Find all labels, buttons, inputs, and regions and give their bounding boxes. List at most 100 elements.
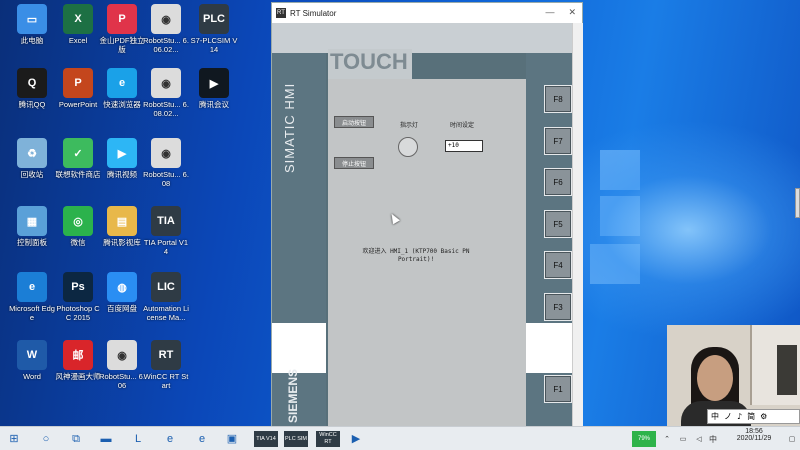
windows-start-icon[interactable]: ⊞ bbox=[4, 431, 24, 447]
close-button[interactable]: ✕ bbox=[568, 7, 576, 18]
app-icon: Ps bbox=[63, 272, 93, 302]
rt-app-icon: RT bbox=[276, 8, 286, 18]
desktop-icon[interactable]: W Word bbox=[8, 340, 56, 381]
app-icon: LIC bbox=[151, 272, 181, 302]
taskbar: ⊞ ○ ⧉ ▬ Le e ▣ TIA V14 PLC SIM WinCC RT ▶ 79% ⌃ ▭ … bbox=[0, 426, 800, 450]
desktop-icon-label: 控制面板 bbox=[17, 238, 47, 247]
f5-key[interactable]: F5 bbox=[544, 210, 572, 238]
desktop-icon[interactable]: ▤ 腾讯影视库 bbox=[98, 206, 146, 247]
wincc-rt-icon[interactable]: WinCC RT bbox=[316, 431, 340, 447]
indicator-lamp bbox=[398, 137, 418, 157]
app-icon: ◉ bbox=[151, 138, 181, 168]
plcsim-icon[interactable]: PLC SIM bbox=[284, 431, 308, 447]
window-title: RT Simulator bbox=[290, 8, 337, 18]
panel-white-block bbox=[526, 323, 572, 373]
desktop-icon-label: RobotStu... 6.08.02... bbox=[143, 100, 189, 118]
desktop-icon-label: 回收站 bbox=[20, 170, 44, 179]
desktop-icon[interactable]: ▦ 控制面板 bbox=[8, 206, 56, 247]
desktop-icon[interactable]: ◍ 百度网盘 bbox=[98, 272, 146, 313]
f4-key[interactable]: F4 bbox=[544, 251, 572, 279]
volume-icon[interactable]: ◁ bbox=[692, 431, 706, 447]
file-explorer-icon[interactable]: ▬ bbox=[96, 431, 116, 447]
desktop-icon[interactable]: ◉ RobotStu... 6.08.02... bbox=[142, 68, 190, 118]
ime-item[interactable]: ⚙ bbox=[760, 412, 767, 421]
desktop-icon[interactable]: Q 腾讯QQ bbox=[8, 68, 56, 109]
desktop-icon[interactable]: ◉ RobotStu... 6.08 bbox=[142, 138, 190, 188]
desktop-icon-label: 金山PDF独立版 bbox=[99, 36, 145, 54]
desktop-icon-label: 腾讯QQ bbox=[18, 100, 46, 109]
battery-indicator[interactable]: 79% bbox=[632, 431, 656, 447]
ime-item[interactable]: ノ bbox=[724, 411, 732, 422]
time-setting-field[interactable]: +10 bbox=[445, 140, 483, 152]
edge-icon[interactable]: e bbox=[160, 431, 180, 447]
ime-item[interactable]: 简 bbox=[747, 411, 755, 422]
siemens-logo: SIEMENS bbox=[286, 368, 300, 423]
minimize-button[interactable]: — bbox=[545, 7, 554, 18]
simulator-titlebar[interactable]: RT RT Simulator — ✕ bbox=[272, 3, 582, 23]
tia-portal-icon[interactable]: TIA V14 bbox=[254, 431, 278, 447]
f8-key[interactable]: F8 bbox=[544, 85, 572, 113]
window-scrollbar[interactable] bbox=[572, 23, 583, 427]
desktop-icon-label: 腾讯视频 bbox=[107, 170, 137, 179]
desktop-icon-label: TIA Portal V14 bbox=[143, 238, 189, 256]
desktop-icon[interactable]: LIC Automation License Ma... bbox=[142, 272, 190, 322]
desktop-icon[interactable]: P PowerPoint bbox=[54, 68, 102, 109]
app-icon: ◉ bbox=[151, 68, 181, 98]
f1-key[interactable]: F1 bbox=[544, 375, 572, 403]
desktop-icon[interactable]: ▶ 腾讯会议 bbox=[190, 68, 238, 109]
desktop-icon[interactable]: P 金山PDF独立版 bbox=[98, 4, 146, 54]
desktop-icon-label: Photoshop CC 2015 bbox=[56, 304, 100, 322]
app-icon: PLC bbox=[199, 4, 229, 34]
app-icon: ▶ bbox=[107, 138, 137, 168]
notification-icon[interactable]: ▢ bbox=[786, 431, 798, 447]
clock-time: 18:56 bbox=[745, 428, 763, 435]
f6-key[interactable]: F6 bbox=[544, 168, 572, 196]
f7-key[interactable]: F7 bbox=[544, 127, 572, 155]
desktop-icon[interactable]: ◎ 微信 bbox=[54, 206, 102, 247]
ime-indicator[interactable]: 中 bbox=[706, 431, 720, 447]
desktop-icon-label: RobotStu... 6.06 bbox=[99, 372, 145, 390]
ime-toolbar[interactable]: 中ノ ♪ 简 ⚙ bbox=[707, 409, 800, 424]
network-icon[interactable]: ▭ bbox=[676, 431, 690, 447]
desktop-icon[interactable]: ▶ 腾讯视频 bbox=[98, 138, 146, 179]
side-panel-tab[interactable] bbox=[795, 188, 800, 218]
desktop-icon[interactable]: PLC S7-PLCSIM V14 bbox=[190, 4, 238, 54]
app-icon: X bbox=[63, 4, 93, 34]
desktop-icon[interactable]: TIA TIA Portal V14 bbox=[142, 206, 190, 256]
meeting-icon[interactable]: ▶ bbox=[346, 431, 366, 447]
desktop-icon-label: RobotStu... 6.08 bbox=[143, 170, 189, 188]
tv-icon[interactable]: ▣ bbox=[222, 431, 242, 447]
desktop-icon[interactable]: ♻ 回收站 bbox=[8, 138, 56, 179]
desktop-icon[interactable]: e 快速浏览器 bbox=[98, 68, 146, 109]
f3-key[interactable]: F3 bbox=[544, 293, 572, 321]
stop-button[interactable]: 停止按钮 bbox=[334, 157, 374, 169]
desktop-icon[interactable]: ▭ 此电脑 bbox=[8, 4, 56, 45]
app-icon: TIA bbox=[151, 206, 181, 236]
ime-item[interactable]: 中 bbox=[711, 411, 719, 422]
search-icon[interactable]: ○ bbox=[36, 431, 56, 447]
desktop-icon[interactable]: 邮风神漫画大师 bbox=[54, 340, 102, 381]
start-button[interactable]: 启动按钮 bbox=[334, 116, 374, 128]
desktop-icon[interactable]: ✓ 联想软件商店 bbox=[54, 138, 102, 179]
task-view-icon[interactable]: ⧉ bbox=[66, 431, 86, 447]
clock[interactable]: 18:56 2020/11/29 bbox=[724, 428, 784, 442]
chevron-up-icon[interactable]: ⌃ bbox=[660, 431, 674, 447]
desktop-icon-label: 腾讯会议 bbox=[199, 100, 229, 109]
clock-date: 2020/11/29 bbox=[736, 435, 772, 442]
desktop-icon[interactable]: ◉ RobotStu... 6.06 bbox=[98, 340, 146, 390]
desktop-icon[interactable]: Ps Photoshop CC 2015 bbox=[54, 272, 102, 322]
desktop-icon-label: WinCC RT Start bbox=[143, 372, 189, 390]
ime-item[interactable]: ♪ bbox=[737, 412, 742, 421]
panel-white-block bbox=[272, 323, 326, 373]
desktop-icon[interactable]: X Excel bbox=[54, 4, 102, 45]
desktop-icon-label: Excel bbox=[68, 36, 88, 45]
desktop-icon-label: 联想软件商店 bbox=[55, 170, 101, 179]
desktop-icon[interactable]: e Microsoft Edge bbox=[8, 272, 56, 322]
app-icon: ◎ bbox=[63, 206, 93, 236]
desktop-icon-label: 快速浏览器 bbox=[103, 100, 141, 109]
browser-icon[interactable]: e bbox=[192, 431, 212, 447]
lenovo-icon[interactable]: L bbox=[128, 431, 148, 447]
desktop-icon[interactable]: ◉ RobotStu... 6.06.02... bbox=[142, 4, 190, 54]
desktop-icon[interactable]: RT WinCC RT Start bbox=[142, 340, 190, 390]
desktop-icon-label: 风神漫画大师 bbox=[55, 372, 101, 381]
